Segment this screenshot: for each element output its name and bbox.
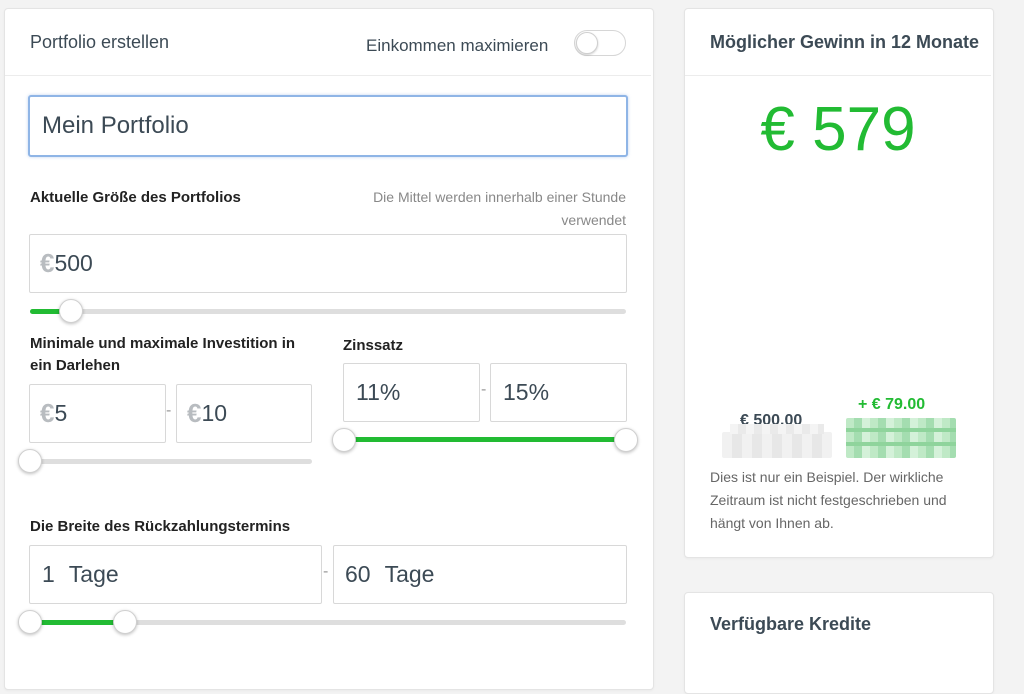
euro-icon: € xyxy=(40,398,55,428)
profit-money-stack-icon xyxy=(846,418,956,458)
term-label: Die Breite des Rückzahlungstermins xyxy=(30,518,291,535)
maximize-income-label: Einkommen maximieren xyxy=(366,36,549,55)
interest-min-input[interactable]: 11% xyxy=(343,363,480,422)
portfolio-size-handle[interactable] xyxy=(58,299,83,323)
euro-icon: € xyxy=(187,398,202,428)
portfolio-name-input[interactable] xyxy=(28,95,628,157)
term-fill xyxy=(30,620,126,625)
term-min-unit: Tage xyxy=(68,561,119,587)
term-max-unit: Tage xyxy=(384,561,435,587)
interest-max-input[interactable]: 15% xyxy=(490,363,627,422)
credits-card xyxy=(684,592,994,694)
interest-max-value: 15% xyxy=(503,379,550,405)
interest-range-dash: - xyxy=(481,381,487,398)
portfolio-size-label: Aktuelle Größe des Portfolios xyxy=(30,189,241,206)
portfolio-title: Portfolio erstellen xyxy=(30,32,170,52)
investment-min-input[interactable]: € 5 xyxy=(29,384,166,443)
interest-fill xyxy=(344,437,626,442)
interest-min-value: 11% xyxy=(356,379,401,405)
investment-handle[interactable] xyxy=(18,449,42,473)
gain-disclaimer: Dies ist nur ein Beispiel. Der wirkliche… xyxy=(710,469,947,531)
investment-label: Minimale und maximale Investition in ein… xyxy=(30,335,296,374)
euro-icon: € xyxy=(40,248,55,278)
term-max-input[interactable]: 60 Tage xyxy=(333,545,627,604)
portfolio-size-value: 500 xyxy=(54,250,93,276)
maximize-income-toggle[interactable] xyxy=(574,30,626,56)
interest-min-handle[interactable] xyxy=(332,428,356,452)
portfolio-size-input[interactable]: € 500 xyxy=(29,234,627,293)
investment-range-dash: - xyxy=(166,402,172,419)
gain-title: Möglicher Gewinn in 12 Monate xyxy=(710,32,980,52)
profit-amount-label: + € 79.00 xyxy=(858,396,926,413)
interest-max-handle[interactable] xyxy=(614,428,638,452)
term-range-dash: - xyxy=(323,563,329,580)
interest-label: Zinssatz xyxy=(343,337,404,354)
term-min-input[interactable]: 1 Tage xyxy=(29,545,322,604)
portfolio-size-hint: Die Mittel werden innerhalb einer Stunde… xyxy=(373,189,626,228)
term-max-value: 60 xyxy=(345,561,371,587)
toggle-knob xyxy=(576,32,598,54)
term-min-handle[interactable] xyxy=(18,610,42,634)
gain-value: € 579 xyxy=(760,95,916,164)
term-min-value: 1 xyxy=(42,561,55,587)
investment-track[interactable] xyxy=(30,459,312,464)
investment-max-value: 10 xyxy=(201,400,228,426)
base-money-stack-icon xyxy=(722,424,832,458)
credits-title: Verfügbare Kredite xyxy=(710,614,872,634)
portfolio-size-track[interactable] xyxy=(30,309,626,314)
investment-min-value: 5 xyxy=(54,400,68,426)
investment-max-input[interactable]: € 10 xyxy=(176,384,312,443)
